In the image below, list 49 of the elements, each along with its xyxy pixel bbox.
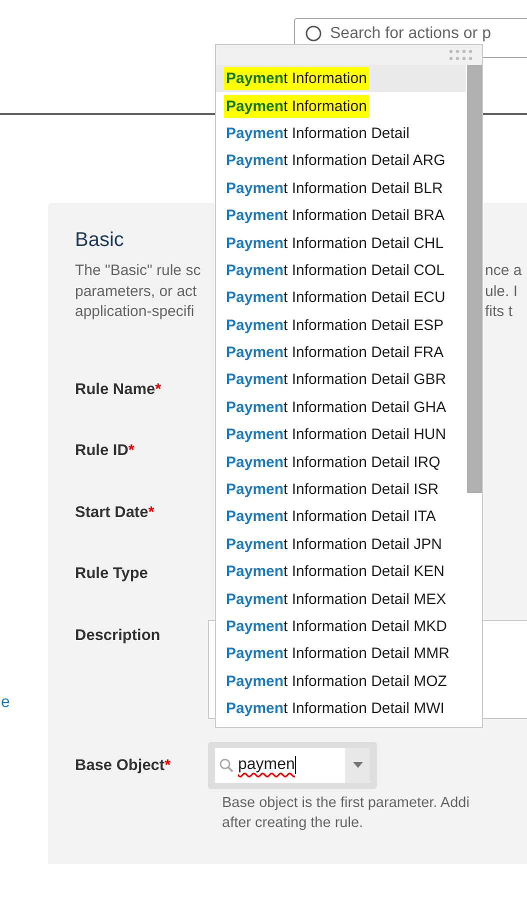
field-label: Base Object* — [75, 756, 172, 776]
suggestion-item[interactable]: Payment Information Detail ITA — [216, 503, 466, 531]
suggestion-item[interactable]: Payment Information Detail MKD — [216, 612, 466, 640]
base-object-combo[interactable]: paymen — [208, 742, 377, 788]
suggestion-item[interactable]: Payment Information Detail HUN — [216, 421, 466, 448]
caret-icon — [352, 762, 362, 768]
section-title: Basic — [75, 229, 124, 252]
description-text: The "Basic" rule sc — [75, 261, 201, 281]
search-icon — [305, 25, 322, 42]
suggestion-item[interactable]: Payment Information Detail JPN — [216, 530, 466, 558]
suggestion-item[interactable]: Payment Information Detail BRA — [216, 202, 466, 230]
suggestion-item[interactable]: Payment Information Detail MMR — [216, 640, 466, 668]
field-label: Start Date* — [75, 504, 156, 522]
field-label: Description — [75, 626, 162, 646]
suggestion-item[interactable]: Payment Information — [216, 65, 466, 92]
field-label: Rule ID* — [75, 442, 136, 461]
suggestion-item[interactable]: Payment Information Detail ESP — [216, 312, 466, 339]
search-placeholder: Search for actions or p — [330, 25, 491, 43]
field-label: Rule Type — [75, 565, 149, 584]
description-text: parameters, or act — [75, 282, 198, 302]
link-text[interactable]: e — [1, 694, 10, 712]
description-text: fits t — [485, 302, 514, 322]
suggestion-item[interactable]: Payment Information Detail GHA — [216, 394, 466, 422]
suggestion-item[interactable]: Payment Information Detail MEX — [216, 585, 466, 613]
suggestion-item[interactable]: Payment Information Detail CHL — [216, 229, 466, 257]
suggestion-item[interactable]: Payment Information Detail IRQ — [216, 448, 466, 476]
dropdown-button[interactable] — [345, 748, 370, 782]
search-icon — [219, 758, 234, 772]
scrollbar-thumb[interactable] — [467, 65, 482, 493]
suggestion-item[interactable]: Payment Information Detail — [216, 120, 466, 148]
grip-icon[interactable] — [448, 48, 474, 62]
field-label: Rule Name* — [75, 380, 162, 400]
suggestion-item[interactable]: Payment Information — [216, 92, 466, 120]
input-value: paymen — [238, 756, 296, 774]
suggestion-item[interactable]: Payment Information Detail KEN — [216, 558, 466, 586]
hint-text: Base object is the first parameter. Addi — [222, 794, 470, 812]
suggestion-item[interactable]: Payment Information Detail BLR — [216, 174, 466, 202]
description-text: nce a — [485, 261, 523, 281]
description-text: ule. I — [485, 282, 519, 302]
suggestion-item[interactable]: Payment Information Detail FRA — [216, 338, 466, 366]
suggestion-item[interactable]: Payment Information Detail MOZ — [216, 668, 466, 695]
suggestion-item[interactable]: Payment Information Detail MWI — [216, 694, 466, 722]
hint-text: after creating the rule. — [222, 814, 364, 832]
suggestion-item[interactable]: Payment Information Detail ECU — [216, 284, 466, 312]
suggestion-item[interactable]: Payment Information Detail COL — [216, 256, 466, 284]
suggestion-item[interactable]: Payment Information Detail GBR — [216, 366, 466, 394]
suggestion-item[interactable]: Payment Information Detail ARG — [216, 147, 466, 175]
description-text: application-specifi — [75, 302, 196, 322]
suggestion-item[interactable]: Payment Information Detail ISR — [216, 476, 466, 504]
